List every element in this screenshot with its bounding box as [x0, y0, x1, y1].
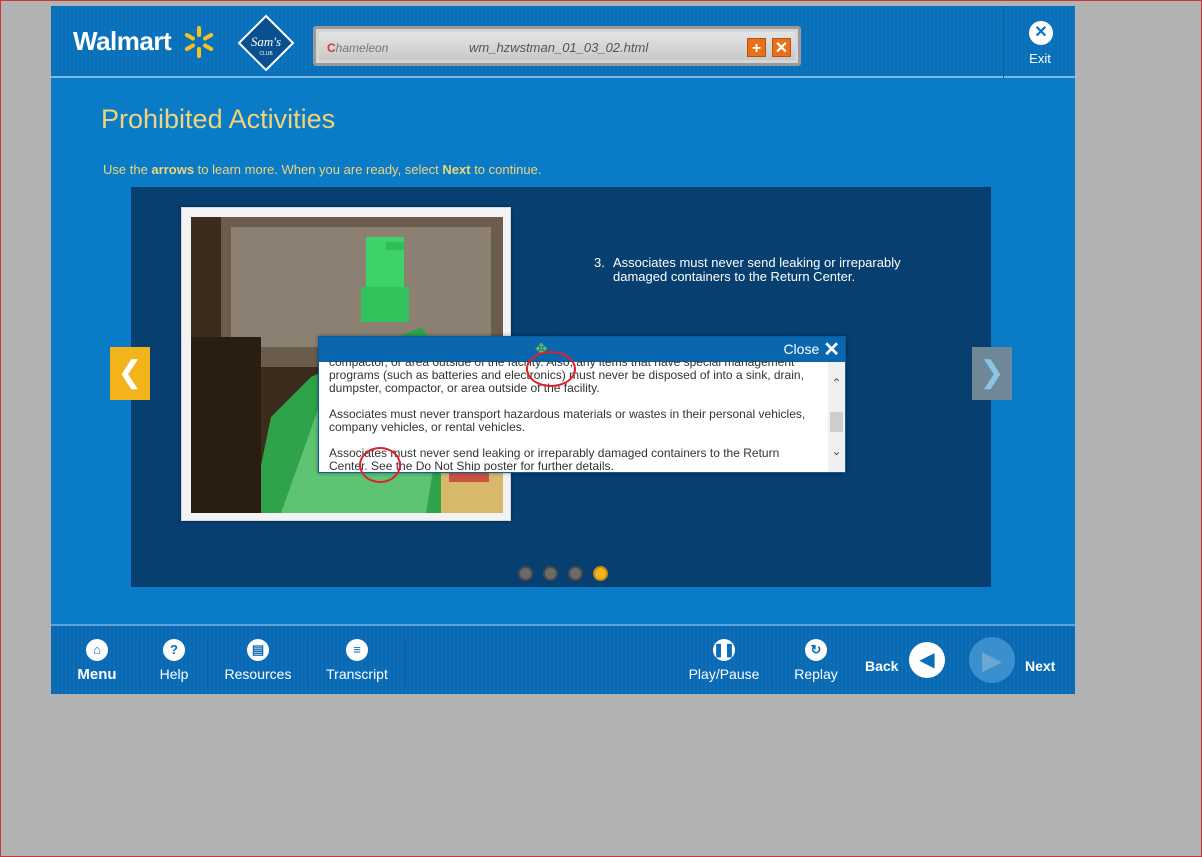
divider	[771, 638, 772, 686]
slide-dot-1[interactable]	[518, 566, 533, 581]
move-icon[interactable]: ✥	[535, 342, 548, 357]
walmart-spark-icon	[184, 26, 214, 58]
walmart-logo: Walmart	[73, 26, 172, 56]
slide-dot-2[interactable]	[543, 566, 558, 581]
scroll-down-icon[interactable]: ⌄	[828, 442, 845, 460]
menu-label: Menu	[77, 666, 117, 683]
popup-paragraph: Associates must never transport hazardou…	[329, 407, 806, 434]
divider	[405, 638, 406, 686]
transcript-button[interactable]: ≡ Transcript	[317, 626, 397, 696]
scroll-up-icon[interactable]: ⌃	[828, 374, 845, 392]
popup-scrollbar[interactable]: ⌃ ⌄	[828, 362, 845, 472]
next-label[interactable]: Next	[1025, 658, 1055, 674]
svg-text:Sam's: Sam's	[251, 34, 281, 49]
footer-bar: ⌂ Menu ? Help ▤ Resources ≡ Transcript ❚…	[51, 624, 1075, 694]
scroll-thumb[interactable]	[830, 412, 843, 432]
instructions-text: Use the arrows to learn more. When you a…	[103, 162, 542, 177]
back-label[interactable]: Back	[865, 658, 898, 674]
close-x-icon: ✕	[823, 339, 840, 361]
popup-text: compactor, or area outside of the facili…	[329, 361, 819, 471]
home-icon: ⌂	[86, 639, 108, 661]
divider	[307, 638, 308, 686]
play-pause-button[interactable]: ❚❚ Play/Pause	[687, 626, 761, 696]
popup-close-button[interactable]: Close ✕	[783, 339, 840, 361]
resources-label: Resources	[224, 666, 292, 682]
transcript-icon: ≡	[346, 639, 368, 661]
replay-button[interactable]: ↻ Replay	[785, 626, 847, 696]
slide-point: 3. Associates must never send leaking or…	[594, 256, 934, 284]
chameleon-logo: Chameleon	[327, 41, 389, 55]
previous-arrow-button[interactable]: ❮	[110, 347, 150, 400]
popup-paragraph: Associates must never send leaking or ir…	[329, 446, 780, 472]
popup-paragraph: compactor, or area outside of the facili…	[329, 361, 804, 395]
pause-icon: ❚❚	[713, 639, 735, 661]
exit-button[interactable]: ✕ Exit	[1003, 6, 1075, 78]
transcript-label: Transcript	[326, 666, 388, 682]
page-title: Prohibited Activities	[101, 104, 336, 134]
sams-club-logo: Sam's CLUB	[237, 14, 295, 72]
exit-icon: ✕	[1029, 21, 1053, 45]
help-label: Help	[159, 666, 189, 682]
next-button[interactable]: ▶	[969, 637, 1015, 683]
menu-button[interactable]: ⌂ Menu	[69, 626, 125, 696]
player-title-bar: Chameleon wm_hzwstman_01_03_02.html + ✕	[313, 26, 801, 66]
course-player: Walmart Sam's CLUB Chameleon wm_hzwstman…	[51, 6, 1075, 694]
point-text: Associates must never send leaking or ir…	[613, 255, 901, 284]
resources-button[interactable]: ▤ Resources	[219, 626, 297, 696]
divider	[139, 638, 140, 686]
exit-label: Exit	[1029, 51, 1051, 66]
back-button[interactable]: ◀	[909, 642, 945, 678]
point-number: 3.	[594, 255, 605, 270]
header-bar: Walmart Sam's CLUB Chameleon wm_hzwstman…	[51, 6, 1075, 78]
module-filename: wm_hzwstman_01_03_02.html	[469, 40, 649, 55]
slide-dot-3[interactable]	[568, 566, 583, 581]
divider	[207, 638, 208, 686]
help-icon: ?	[163, 639, 185, 661]
plus-icon[interactable]: +	[747, 38, 766, 57]
transcript-popup: ✥ Close ✕ compactor, or area outside of t…	[318, 336, 846, 483]
next-arrow-button[interactable]: ❯	[972, 347, 1012, 400]
replay-icon: ↻	[805, 639, 827, 661]
slide-dot-4[interactable]	[593, 566, 608, 581]
close-icon[interactable]: ✕	[772, 38, 791, 57]
svg-text:CLUB: CLUB	[259, 51, 273, 57]
replay-label: Replay	[794, 666, 838, 682]
resources-icon: ▤	[247, 639, 269, 661]
popup-header[interactable]: ✥ Close ✕	[319, 337, 845, 362]
help-button[interactable]: ? Help	[147, 626, 201, 696]
play-pause-label: Play/Pause	[688, 666, 760, 682]
